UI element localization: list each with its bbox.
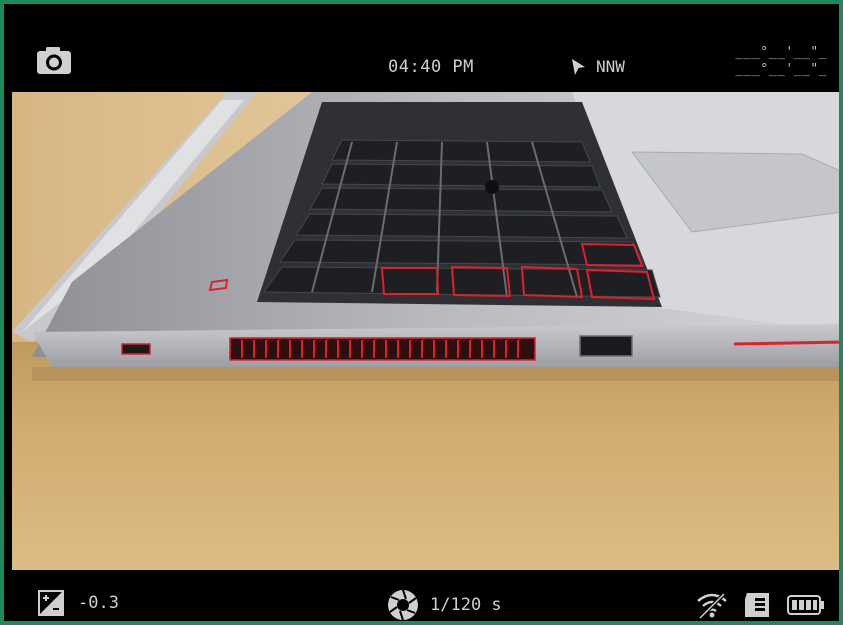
system-status-icons [695, 590, 825, 620]
camera-icon[interactable] [34, 44, 74, 76]
top-status-bar: 04:40 PM NNW ___°__'__"_ ___°__'__"_ [4, 4, 839, 92]
wifi-off-icon[interactable] [695, 590, 729, 620]
navigation-arrow-icon [572, 58, 585, 75]
battery-icon [787, 595, 824, 615]
exposure-compensation[interactable]: -0.3 [38, 590, 119, 616]
compass-heading: NNW [570, 57, 625, 76]
exposure-compensation-icon [38, 590, 64, 616]
heading-direction: NNW [596, 57, 625, 76]
latitude-value: ___°__'__"_ [735, 45, 827, 60]
longitude-value: ___°__'__"_ [735, 62, 827, 77]
shutter-speed-control[interactable]: 1/120 s [386, 588, 502, 621]
aperture-icon [388, 589, 418, 621]
sd-card-icon [745, 593, 769, 617]
camera-viewfinder-screen: 04:40 PM NNW ___°__'__"_ ___°__'__"_ -0.… [0, 0, 843, 625]
laptop-photo [12, 92, 839, 570]
gps-coordinates: ___°__'__"_ ___°__'__"_ [735, 44, 827, 78]
clock-time: 04:40 PM [388, 57, 474, 77]
exposure-value: -0.3 [78, 593, 119, 613]
shutter-speed-value: 1/120 s [430, 595, 502, 615]
viewfinder-image[interactable] [12, 92, 839, 570]
bottom-status-bar: -0.3 1/120 s [4, 570, 839, 621]
